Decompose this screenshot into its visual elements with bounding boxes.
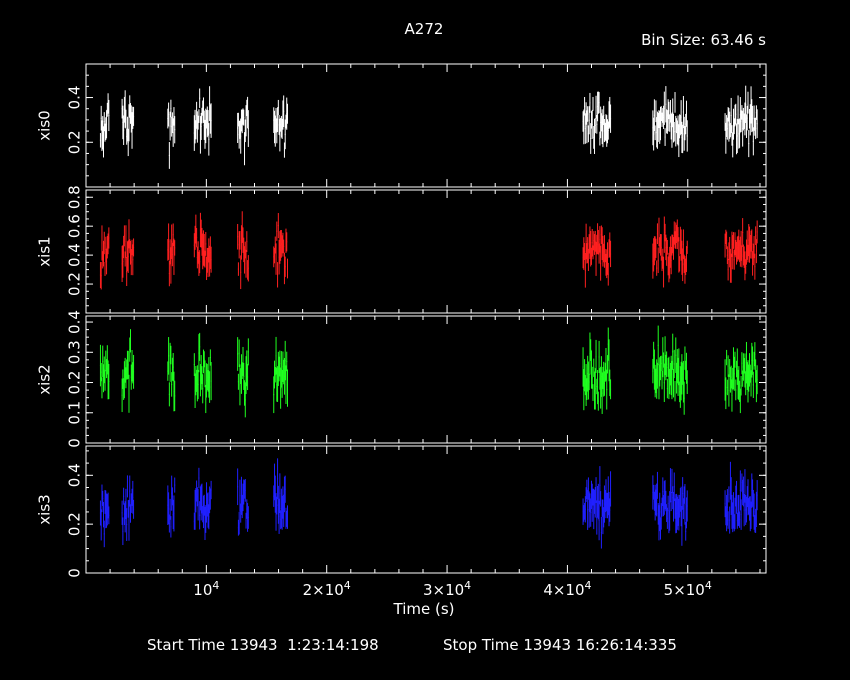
y-tick-label: 0.4	[65, 463, 83, 487]
x-tick-label: 3×104	[423, 579, 471, 599]
y-tick-label: 0.2	[65, 512, 83, 536]
series-xis1	[99, 211, 758, 290]
x-tick-label: 104	[193, 579, 219, 599]
panel-label: xis2	[35, 364, 53, 394]
x-tick-label: 5×104	[664, 579, 712, 599]
series-xis0	[99, 85, 758, 169]
panels-group: 0.2 0.4 xis0 0.2 0.4 0.6 0.8 xis1 0 0.1 0.2 0.3 0.4 x…	[35, 63, 767, 599]
y-tick-label: 0.2	[65, 130, 83, 154]
y-tick-label: 0.1	[65, 401, 83, 425]
panel-xis2: 0 0.1 0.2 0.3 0.4 xis2	[35, 310, 767, 448]
start-time-label: Start Time 13943 1:23:14:198	[147, 636, 379, 654]
y-tick-label: 0	[65, 438, 83, 448]
y-tick-label: 0.8	[65, 185, 83, 209]
chart-title: A272	[405, 20, 444, 38]
series-xis2	[99, 325, 758, 418]
y-tick-label: 0	[65, 568, 83, 578]
x-tick-labels: 104 2×104 3×104 4×104 5×104	[193, 579, 712, 599]
x-tick-label: 4×104	[543, 579, 591, 599]
panel-label: xis0	[35, 110, 53, 140]
y-tick-label: 0.4	[65, 243, 83, 267]
panel-label: xis3	[35, 494, 53, 524]
x-axis-label: Time (s)	[393, 600, 455, 618]
panel-label: xis1	[35, 236, 53, 266]
panel-xis3: 0 0.2 0.4 xis3	[35, 445, 767, 578]
bin-size-label: Bin Size: 63.46 s	[641, 31, 766, 49]
y-tick-label: 0.2	[65, 371, 83, 395]
panel-xis0: 0.2 0.4 xis0	[35, 63, 767, 188]
series-xis3	[99, 458, 758, 549]
panel-xis1: 0.2 0.4 0.6 0.8 xis1	[35, 185, 767, 314]
x-tick-label: 2×104	[303, 579, 351, 599]
y-tick-label: 0.2	[65, 272, 83, 296]
y-tick-label: 0.4	[65, 86, 83, 110]
y-tick-label: 0.4	[65, 310, 83, 334]
stop-time-label: Stop Time 13943 16:26:14:335	[443, 636, 677, 654]
y-tick-label: 0.6	[65, 214, 83, 238]
y-tick-label: 0.3	[65, 340, 83, 364]
lightcurve-figure: A272 Bin Size: 63.46 s Time (s) 0.2 0.4 xi…	[35, 20, 767, 618]
